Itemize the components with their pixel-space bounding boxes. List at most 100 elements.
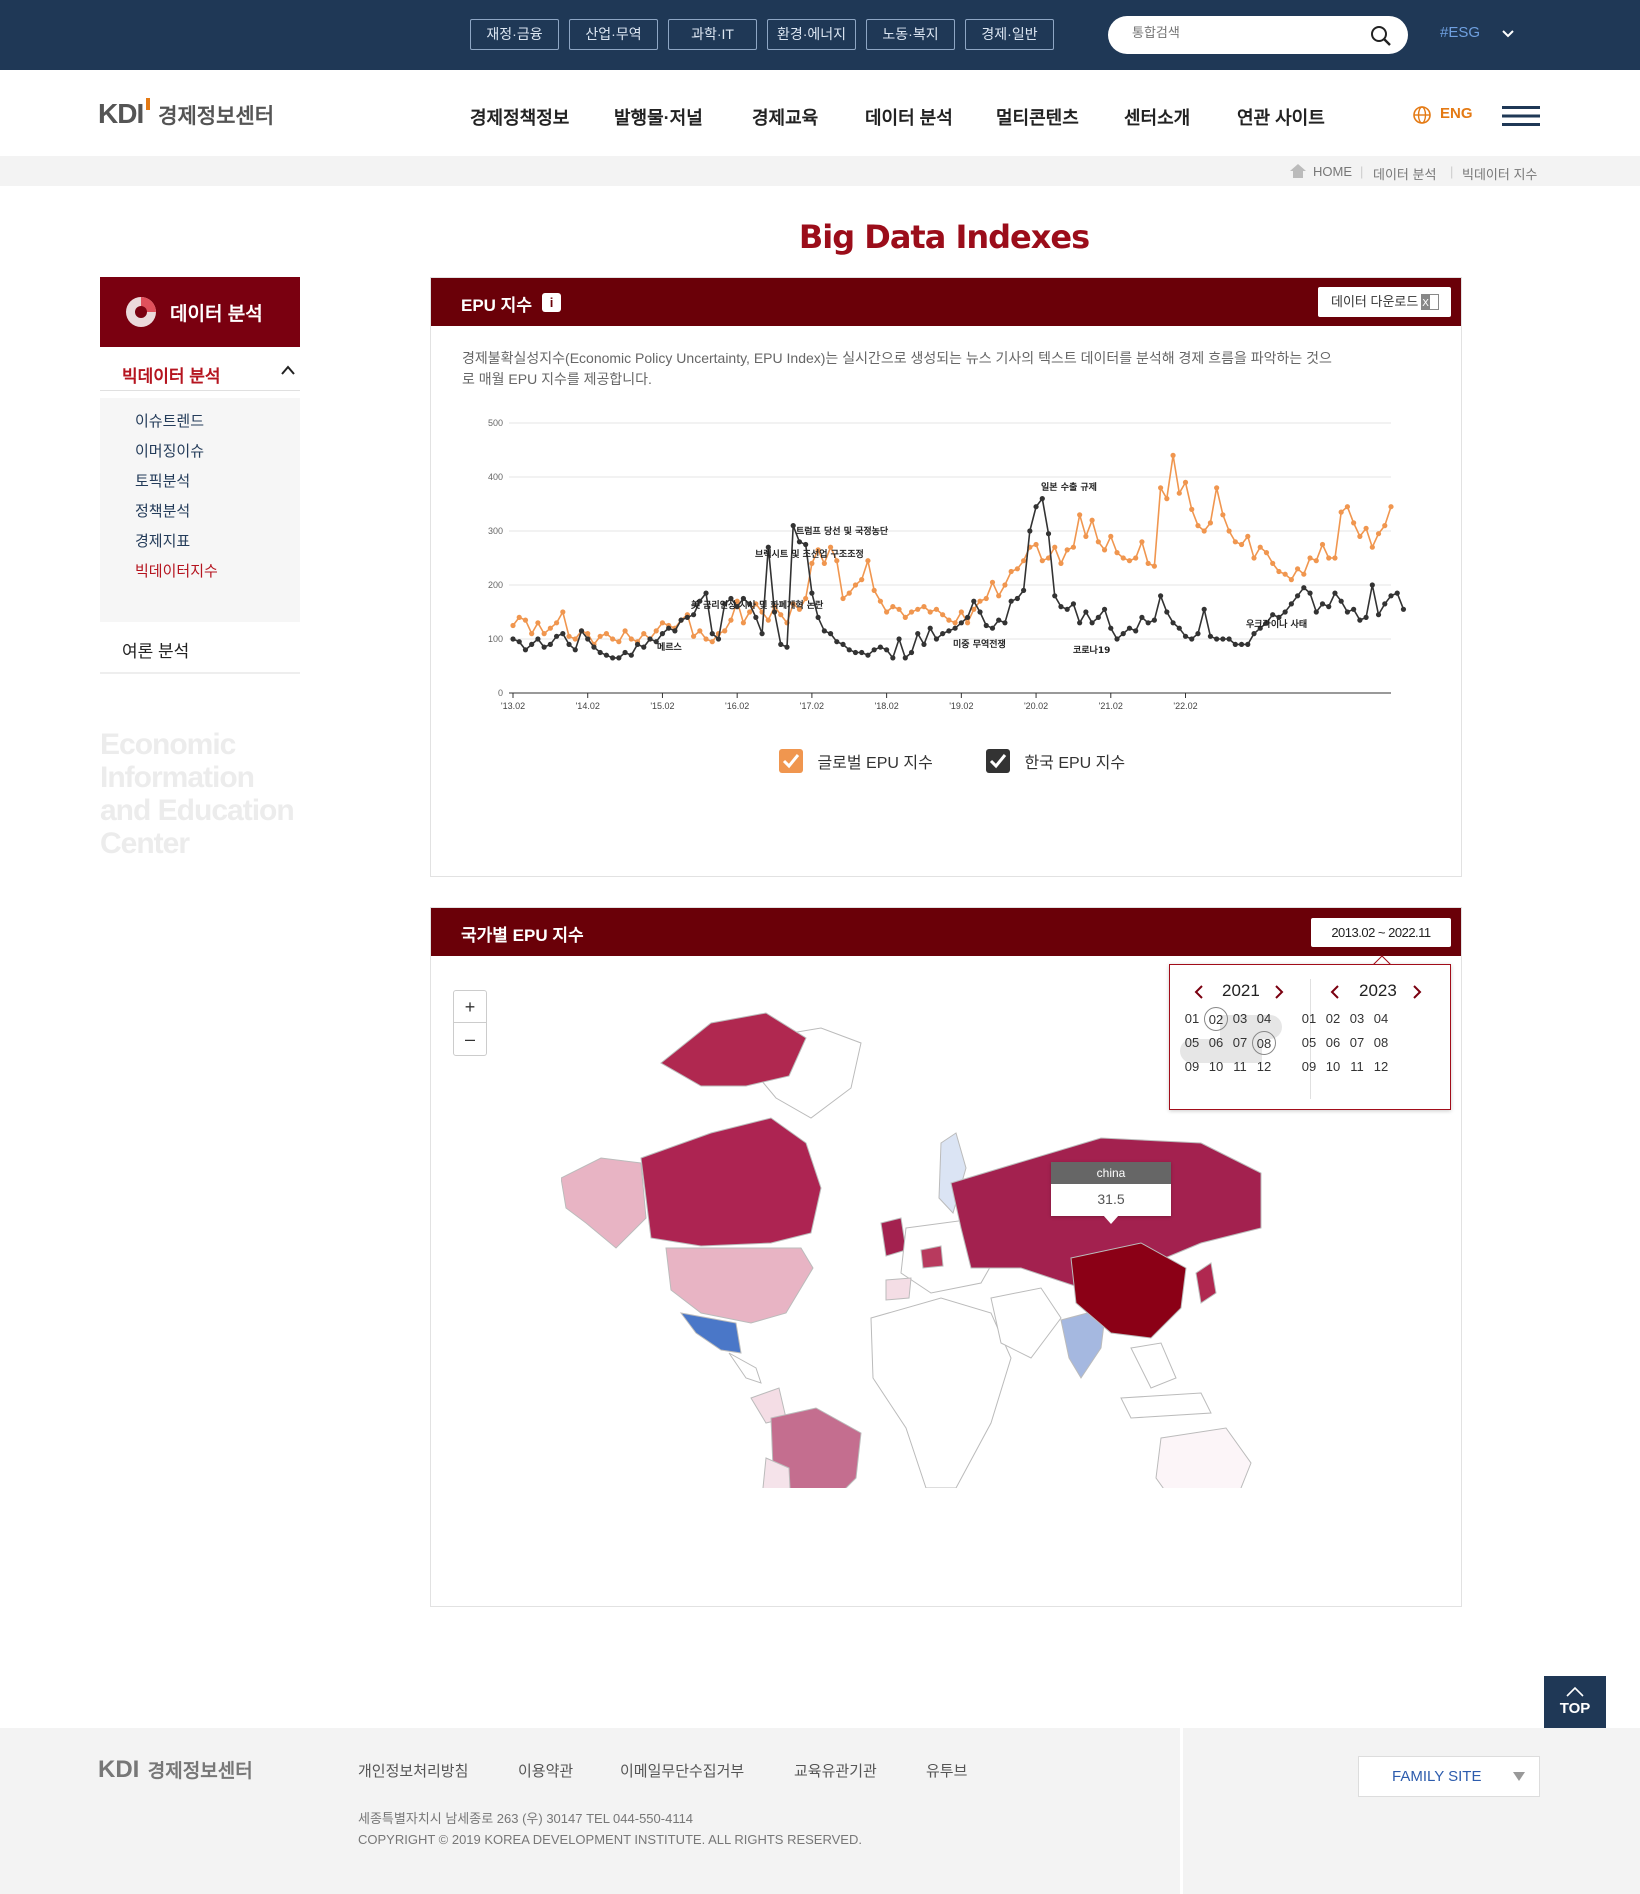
global-epu-point	[1369, 544, 1375, 550]
sidebar-item-opinion[interactable]: 여론 분석	[122, 637, 189, 662]
korea-epu-point	[1114, 636, 1120, 642]
site-logo[interactable]: KDI 경제정보센터	[98, 98, 274, 130]
home-icon[interactable]	[1290, 164, 1306, 178]
month-right-10[interactable]: 10	[1321, 1055, 1345, 1079]
chevron-right-icon[interactable]	[1274, 985, 1284, 999]
month-right-03[interactable]: 03	[1345, 1007, 1369, 1031]
month-right-09[interactable]: 09	[1297, 1055, 1321, 1079]
footer-link-youtube[interactable]: 유투브	[926, 1760, 967, 1781]
month-right-08[interactable]: 08	[1369, 1031, 1393, 1055]
breadcrumb-data-analysis[interactable]: 데이터 분석	[1373, 164, 1436, 183]
footer-logo-kdi: KDI	[98, 1756, 140, 1783]
breadcrumb-home[interactable]: HOME	[1313, 164, 1352, 179]
global-epu-point	[722, 628, 728, 634]
month-left-12[interactable]: 12	[1252, 1055, 1276, 1079]
month-right-04[interactable]: 04	[1369, 1007, 1393, 1031]
month-left-01[interactable]: 01	[1180, 1007, 1204, 1031]
category-finance-button[interactable]: 재정·금융	[470, 19, 559, 50]
month-left-06[interactable]: 06	[1204, 1031, 1228, 1055]
month-left-09[interactable]: 09	[1180, 1055, 1204, 1079]
global-epu-point	[1388, 504, 1394, 510]
month-left-02[interactable]: 02	[1204, 1007, 1228, 1031]
sidebar-item-issue-trend[interactable]: 이슈트렌드	[135, 410, 204, 431]
korea-epu-point	[1027, 528, 1033, 534]
global-epu-point	[852, 582, 859, 588]
epu-panel-title: EPU 지수	[461, 296, 532, 315]
global-epu-point	[908, 609, 915, 615]
global-epu-point	[958, 609, 964, 615]
footer-link-privacy[interactable]: 개인정보처리방침	[358, 1760, 468, 1781]
category-science-button[interactable]: 과학·IT	[668, 19, 757, 50]
footer-logo: KDI 경제정보센터	[98, 1756, 253, 1784]
nav-item-data-analysis[interactable]: 데이터 분석	[865, 104, 953, 130]
language-toggle[interactable]: ENG	[1440, 105, 1473, 122]
sidebar-item-bigdata[interactable]: 빅데이터 분석	[122, 362, 221, 387]
month-left-08[interactable]: 08	[1252, 1031, 1276, 1055]
chevron-up-icon[interactable]	[280, 364, 296, 376]
month-right-02[interactable]: 02	[1321, 1007, 1345, 1031]
month-right-07[interactable]: 07	[1345, 1031, 1369, 1055]
sidebar-item-policy-analysis[interactable]: 정책분석	[135, 500, 190, 521]
category-general-button[interactable]: 경제·일반	[965, 19, 1054, 50]
month-left-05[interactable]: 05	[1180, 1031, 1204, 1055]
nav-item-multimedia[interactable]: 멀티콘텐츠	[996, 104, 1079, 130]
nav-item-about[interactable]: 센터소개	[1124, 104, 1190, 130]
global-epu-point	[1319, 541, 1326, 548]
korea-epu-point	[1120, 631, 1126, 637]
nav-item-publications[interactable]: 발행물·저널	[614, 104, 703, 130]
chevron-left-icon[interactable]	[1194, 985, 1204, 999]
sidebar-item-emerging-issue[interactable]: 이머징이슈	[135, 440, 204, 461]
month-right-11[interactable]: 11	[1345, 1055, 1369, 1079]
sidebar-item-economic-indicators[interactable]: 경제지표	[135, 530, 190, 551]
caption-line: and Education	[100, 794, 295, 827]
data-download-button[interactable]: 데이터 다운로드 X	[1318, 287, 1451, 317]
month-right-05[interactable]: 05	[1297, 1031, 1321, 1055]
global-epu-point	[628, 636, 634, 642]
footer-link-education[interactable]: 교육유관기관	[794, 1760, 877, 1781]
month-right-06[interactable]: 06	[1321, 1031, 1345, 1055]
esg-link[interactable]: #ESG	[1440, 24, 1480, 41]
global-epu-point	[884, 609, 890, 615]
korea-epu-point	[877, 644, 883, 650]
global-epu-point	[1170, 452, 1176, 458]
chevron-right-icon[interactable]	[1412, 985, 1422, 999]
search-input[interactable]	[1132, 25, 1362, 40]
info-icon[interactable]: i	[542, 293, 561, 312]
category-environment-button[interactable]: 환경·에너지	[767, 19, 856, 50]
footer-link-email[interactable]: 이메일무단수집거부	[620, 1760, 744, 1781]
global-epu-point	[690, 633, 697, 639]
zoom-out-button[interactable]: –	[454, 1023, 486, 1055]
month-right-12[interactable]: 12	[1369, 1055, 1393, 1079]
category-industry-button[interactable]: 산업·무역	[569, 19, 658, 50]
footer-link-terms[interactable]: 이용약관	[518, 1760, 573, 1781]
legend-korea[interactable]: 한국 EPU 지수	[986, 749, 1125, 773]
checkbox-checked-icon[interactable]	[986, 749, 1010, 773]
korea-epu-point	[1064, 606, 1070, 612]
chevron-down-icon[interactable]	[1500, 26, 1516, 42]
month-left-03[interactable]: 03	[1228, 1007, 1252, 1031]
korea-epu-point	[510, 636, 516, 642]
family-site-select[interactable]: FAMILY SITE	[1358, 1756, 1540, 1797]
month-left-04[interactable]: 04	[1252, 1007, 1276, 1031]
y-tick-label: 500	[488, 418, 503, 428]
nav-item-policy[interactable]: 경제정책정보	[470, 104, 569, 130]
search-icon[interactable]	[1370, 25, 1392, 47]
nav-item-related-sites[interactable]: 연관 사이트	[1237, 104, 1325, 130]
month-right-01[interactable]: 01	[1297, 1007, 1321, 1031]
month-left-07[interactable]: 07	[1228, 1031, 1252, 1055]
month-left-11[interactable]: 11	[1228, 1055, 1252, 1079]
date-range-button[interactable]: 2013.02 ~ 2022.11	[1311, 918, 1451, 947]
legend-global[interactable]: 글로벌 EPU 지수	[779, 749, 933, 773]
checkbox-checked-icon[interactable]	[779, 749, 803, 773]
category-labor-button[interactable]: 노동·복지	[866, 19, 955, 50]
sidebar-item-bigdata-index[interactable]: 빅데이터지수	[135, 560, 218, 581]
chevron-left-icon[interactable]	[1330, 985, 1340, 999]
zoom-in-button[interactable]: +	[454, 991, 486, 1023]
menu-icon[interactable]	[1502, 106, 1540, 126]
x-tick-label: '18.02	[874, 701, 898, 711]
sidebar-item-topic-analysis[interactable]: 토픽분석	[135, 470, 190, 491]
month-left-10[interactable]: 10	[1204, 1055, 1228, 1079]
nav-item-education[interactable]: 경제교육	[752, 104, 818, 130]
global-epu-point	[566, 633, 572, 639]
korea-epu-point	[516, 639, 522, 645]
